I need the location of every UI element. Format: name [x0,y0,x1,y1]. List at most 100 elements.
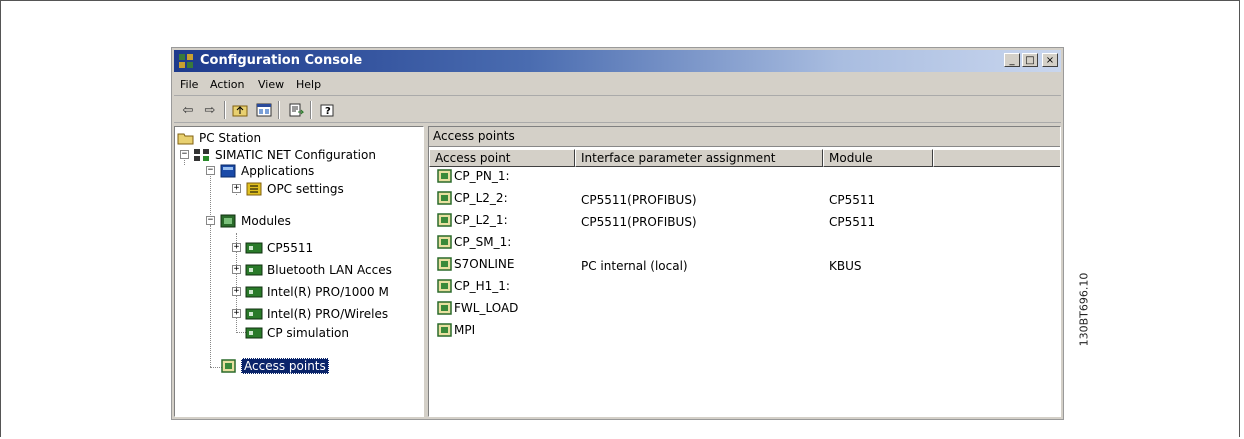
table-row[interactable]: MPI [429,322,1060,344]
tree-label-module: Bluetooth LAN Acces [267,262,392,277]
access-point-icon [435,301,453,315]
collapse-toggle[interactable]: − [206,216,215,225]
table-row[interactable]: CP_L2_1: CP5511(PROFIBUS) CP5511 [429,212,1060,234]
window-title: Configuration Console [200,53,363,68]
tree-node-module[interactable]: CP5511 [245,239,313,256]
interface-cell: CP5511(PROFIBUS) [581,193,697,207]
access-point-cell: CP_L2_1: [435,213,508,227]
access-point-icon [435,235,453,249]
expand-toggle[interactable]: + [232,309,241,318]
toolbar-separator [278,101,280,119]
network-card-icon [245,326,263,340]
maximize-button[interactable]: □ [1022,53,1038,67]
column-header-module[interactable]: Module [823,149,933,167]
export-list-icon[interactable] [286,100,306,120]
network-card-icon [245,285,263,299]
menu-help[interactable]: Help [296,78,321,91]
title-bar[interactable]: Configuration Console _ □ × [174,50,1061,72]
tree-label-modules: Modules [241,213,291,228]
minimize-button[interactable]: _ [1004,53,1020,67]
opc-icon [245,182,263,196]
figure-id-text: 130BT696.10 [1077,272,1091,347]
toolbar-separator [224,101,226,119]
module-cell: CP5511 [829,193,876,207]
expand-toggle[interactable]: + [232,184,241,193]
tree-label-module: CP simulation [267,325,349,340]
back-arrow-icon[interactable]: ⇦ [178,100,198,120]
forward-arrow-icon[interactable]: ⇨ [200,100,220,120]
access-point-name: CP_SM_1: [454,235,512,249]
network-card-icon [245,241,263,255]
toolbar: ⇦ ⇨ ? [174,98,1061,123]
table-row[interactable]: CP_L2_2: CP5511(PROFIBUS) CP5511 [429,190,1060,212]
tree-node-module[interactable]: Intel(R) PRO/1000 M [245,283,389,300]
tree-label-access-points: Access points [241,357,329,374]
help-icon[interactable]: ? [318,100,338,120]
up-folder-icon[interactable] [230,100,250,120]
table-row[interactable]: S7ONLINE PC internal (local) KBUS [429,256,1060,278]
tree-node-modules[interactable]: Modules [219,212,291,229]
collapse-toggle[interactable]: − [180,150,189,159]
network-icon [193,148,211,162]
app-icon [179,54,193,68]
access-points-pane: Access points Access point Interface par… [428,126,1061,417]
pane-header: Access points [429,127,1060,147]
tree-connector [210,225,211,367]
tree-node-access-points[interactable]: Access points [219,357,329,374]
tree-label-simatic-net: SIMATIC NET Configuration [215,147,376,162]
folder-icon [177,131,195,145]
modules-icon [219,214,237,228]
tree-label-applications: Applications [241,163,315,178]
column-header-empty [933,149,1060,167]
tree-node-opc-settings[interactable]: OPC settings [245,180,344,197]
access-point-name: CP_H1_1: [454,279,510,293]
access-point-cell: FWL_LOAD [435,301,518,315]
tree-label-module: Intel(R) PRO/1000 M [267,284,389,299]
tree-label-module: CP5511 [267,240,314,255]
access-point-icon [435,323,453,337]
tree-node-pc-station[interactable]: PC Station [177,129,261,146]
menu-view[interactable]: View [258,78,284,91]
access-point-cell: CP_PN_1: [435,169,510,183]
tree-node-simatic-net[interactable]: SIMATIC NET Configuration [193,146,376,163]
network-card-icon [245,263,263,277]
access-point-cell: S7ONLINE [435,257,514,271]
svg-text:?: ? [325,106,331,117]
access-point-icon [435,213,453,227]
access-point-cell: MPI [435,323,475,337]
table-row[interactable]: CP_SM_1: [429,234,1060,256]
access-point-cell: CP_H1_1: [435,279,510,293]
tree-label-module: Intel(R) PRO/Wireles [267,306,389,321]
tree-node-module[interactable]: CP simulation [245,324,349,341]
column-header-interface[interactable]: Interface parameter assignment [575,149,823,167]
table-row[interactable]: CP_PN_1: [429,168,1060,190]
show-hide-tree-icon[interactable] [254,100,274,120]
access-point-icon [435,191,453,205]
module-cell: KBUS [829,259,862,273]
access-point-cell: CP_SM_1: [435,235,511,249]
access-point-icon [435,169,453,183]
menu-action[interactable]: Action [210,78,244,91]
access-point-name: CP_L2_1: [454,213,508,227]
expand-toggle[interactable]: + [232,265,241,274]
access-point-name: FWL_LOAD [454,301,519,315]
access-point-icon [219,358,237,373]
close-button[interactable]: × [1042,53,1058,67]
access-point-icon [435,257,453,271]
tree-node-applications[interactable]: Applications [219,162,314,179]
collapse-toggle[interactable]: − [206,166,215,175]
expand-toggle[interactable]: + [232,243,241,252]
expand-toggle[interactable]: + [232,287,241,296]
tree-node-module[interactable]: Bluetooth LAN Acces [245,261,392,278]
network-card-icon [245,307,263,321]
menu-bar: File Action View Help [174,75,1061,96]
interface-cell: PC internal (local) [581,259,688,273]
table-row[interactable]: FWL_LOAD [429,300,1060,322]
tree-node-module[interactable]: Intel(R) PRO/Wireles [245,305,388,322]
window-controls: _ □ × [1004,53,1058,67]
applications-icon [219,164,237,178]
column-header-access-point[interactable]: Access point [429,149,575,167]
tree-label-opc-settings: OPC settings [267,181,344,196]
table-row[interactable]: CP_H1_1: [429,278,1060,300]
menu-file[interactable]: File [180,78,198,91]
